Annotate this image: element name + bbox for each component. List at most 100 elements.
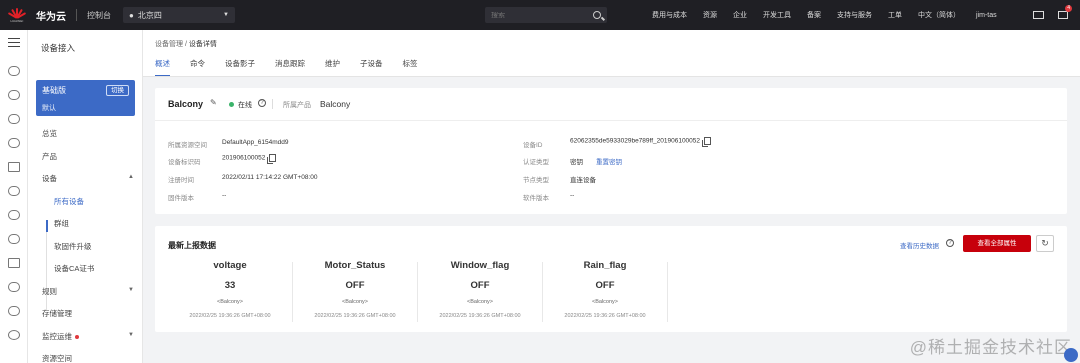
sidebar-item-storage[interactable]: 存储管理	[42, 308, 72, 319]
network-icon[interactable]	[8, 138, 20, 148]
location-pin-icon: ●	[129, 10, 134, 20]
edit-icon[interactable]: ✎	[210, 98, 217, 107]
caret-down-icon: ▼	[223, 12, 229, 18]
menu-icon[interactable]	[8, 38, 20, 47]
mail-icon[interactable]: 4	[1058, 5, 1072, 19]
sidebar-item-rules[interactable]: 规则	[42, 286, 57, 297]
nav-billing[interactable]: 费用与成本	[652, 10, 687, 20]
detail-tabs: 概述 命令 设备影子 消息跟踪 维护 子设备 标签	[155, 58, 438, 77]
nav-enterprise[interactable]: 企业	[733, 10, 747, 20]
cloud-icon[interactable]	[8, 90, 20, 100]
property-name: voltage	[213, 260, 247, 271]
divider	[76, 9, 77, 21]
tab-overview[interactable]: 概述	[155, 58, 170, 77]
database-icon[interactable]	[8, 114, 20, 124]
brand-name[interactable]: 华为云	[36, 8, 66, 23]
node-type-value: 直连设备	[570, 177, 596, 184]
device-info-card: Balcony ✎ 在线 ? 所属产品 Balcony 所属资源空间 Defau…	[155, 88, 1067, 214]
tab-child-devices[interactable]: 子设备	[360, 58, 383, 77]
caret-down-icon[interactable]: ▼	[128, 287, 134, 293]
nav-tickets[interactable]: 工单	[888, 10, 902, 20]
top-icons: 4	[1033, 0, 1072, 30]
auth-type-value: 密钥	[570, 159, 583, 166]
console-link[interactable]: 控制台	[87, 10, 111, 21]
sidebar-item-monitoring[interactable]: 监控运维	[42, 331, 79, 342]
cloud-icon[interactable]	[8, 234, 20, 244]
cloud-icon[interactable]	[8, 66, 20, 76]
firmware-version-value: --	[222, 192, 227, 199]
sidebar-title: 设备接入	[41, 43, 76, 53]
circle-icon[interactable]	[8, 282, 20, 292]
search-input[interactable]	[491, 11, 581, 19]
watermark-text: @稀土掘金技术社区	[909, 338, 1072, 357]
register-time-value: 2022/02/11 17:14:22 GMT+08:00	[222, 174, 318, 181]
sidebar-item-products[interactable]: 产品	[42, 151, 57, 162]
history-data-link[interactable]: 查看历史数据	[900, 240, 939, 250]
tab-tags[interactable]: 标签	[403, 58, 418, 77]
nav-icp[interactable]: 备案	[807, 10, 821, 20]
sidebar-item-all-devices[interactable]: 所有设备	[54, 196, 84, 207]
caret-up-icon[interactable]: ▲	[128, 174, 134, 180]
view-all-properties-button[interactable]: 查看全部属性	[963, 235, 1031, 252]
huawei-logo-icon[interactable]: HUAWEI	[6, 7, 28, 23]
reset-secret-link[interactable]: 重置密钥	[596, 156, 622, 166]
search-icon[interactable]	[593, 11, 601, 19]
global-search[interactable]	[485, 7, 607, 23]
refresh-icon[interactable]: ↻	[1036, 235, 1054, 252]
property-value: OFF	[595, 280, 615, 291]
sidebar-item-firmware-upgrade[interactable]: 软固件升级	[54, 241, 92, 252]
edition-instance: 默认	[42, 105, 56, 112]
floating-assistant-icon[interactable]	[1064, 348, 1078, 362]
service-sidebar: 设备接入 基础版 默认 切换 总览 产品 设备 ▲ 所有设备 群组 软固件升级 …	[28, 30, 143, 363]
breadcrumb-parent[interactable]: 设备管理	[155, 41, 183, 48]
copy-icon[interactable]	[267, 154, 277, 164]
latest-data-card: 最新上报数据 查看历史数据 ? 查看全部属性 ↻ voltage 33 <Bal…	[155, 226, 1067, 332]
nav-language[interactable]: 中文（简体）	[918, 10, 960, 20]
property-value: OFF	[345, 280, 365, 291]
top-nav-links: 费用与成本 资源 企业 开发工具 备案 支持与服务 工单 中文（简体） jim-…	[652, 0, 1013, 30]
screen-icon[interactable]	[1033, 11, 1044, 19]
divider	[272, 99, 273, 109]
cloud-icon[interactable]	[8, 306, 20, 316]
tab-message-trace[interactable]: 消息跟踪	[275, 58, 305, 77]
property-service: <Balcony>	[467, 299, 493, 305]
edition-card[interactable]: 基础版 默认 切换	[36, 80, 135, 116]
device-id-field: 62062355de5933029be789ff_201906100052	[570, 137, 712, 147]
tab-device-shadow[interactable]: 设备影子	[225, 58, 255, 77]
service-icon-rail	[0, 30, 28, 363]
node-id-field: 201906100052	[222, 154, 277, 164]
sidebar-item-groups[interactable]: 群组	[54, 218, 69, 229]
property-name: Motor_Status	[324, 260, 386, 271]
software-version-label: 软件版本	[523, 195, 549, 202]
cloud-icon[interactable]	[8, 186, 20, 196]
nav-dev-tools[interactable]: 开发工具	[763, 10, 791, 20]
nav-user[interactable]: jim-tas	[976, 12, 997, 19]
document-icon[interactable]	[8, 162, 20, 172]
property-time: 2022/02/25 19:36:26 GMT+08:00	[314, 313, 396, 319]
sidebar-item-overview[interactable]: 总览	[42, 128, 57, 139]
tab-maintenance[interactable]: 维护	[325, 58, 340, 77]
copy-icon[interactable]	[702, 137, 712, 147]
nav-resources[interactable]: 资源	[703, 10, 717, 20]
upload-icon[interactable]	[8, 258, 20, 268]
property-time: 2022/02/25 19:36:26 GMT+08:00	[564, 313, 646, 319]
globe-icon[interactable]	[8, 330, 20, 340]
latest-data-title: 最新上报数据	[168, 241, 216, 250]
resource-space-value: DefaultApp_6154mdd9	[222, 139, 289, 146]
sidebar-item-ca-certificates[interactable]: 设备CA证书	[54, 263, 94, 274]
nav-support[interactable]: 支持与服务	[837, 10, 872, 20]
sidebar-item-devices[interactable]: 设备	[42, 173, 57, 184]
caret-down-icon[interactable]: ▼	[128, 332, 134, 338]
product-value: Balcony	[320, 99, 351, 109]
help-icon[interactable]: ?	[946, 239, 954, 247]
region-selector[interactable]: ● 北京四 ▼	[123, 7, 235, 23]
tab-commands[interactable]: 命令	[190, 58, 205, 77]
firmware-version-label: 固件版本	[168, 195, 194, 202]
switch-edition-button[interactable]: 切换	[106, 85, 129, 96]
help-icon[interactable]: ?	[258, 99, 266, 107]
property-time: 2022/02/25 19:36:26 GMT+08:00	[189, 313, 271, 319]
sidebar-item-resource-space[interactable]: 资源空间	[42, 353, 72, 363]
breadcrumb-current: 设备详情	[188, 41, 217, 48]
cloud-icon[interactable]	[8, 210, 20, 220]
node-id-label: 设备标识码	[168, 159, 201, 166]
